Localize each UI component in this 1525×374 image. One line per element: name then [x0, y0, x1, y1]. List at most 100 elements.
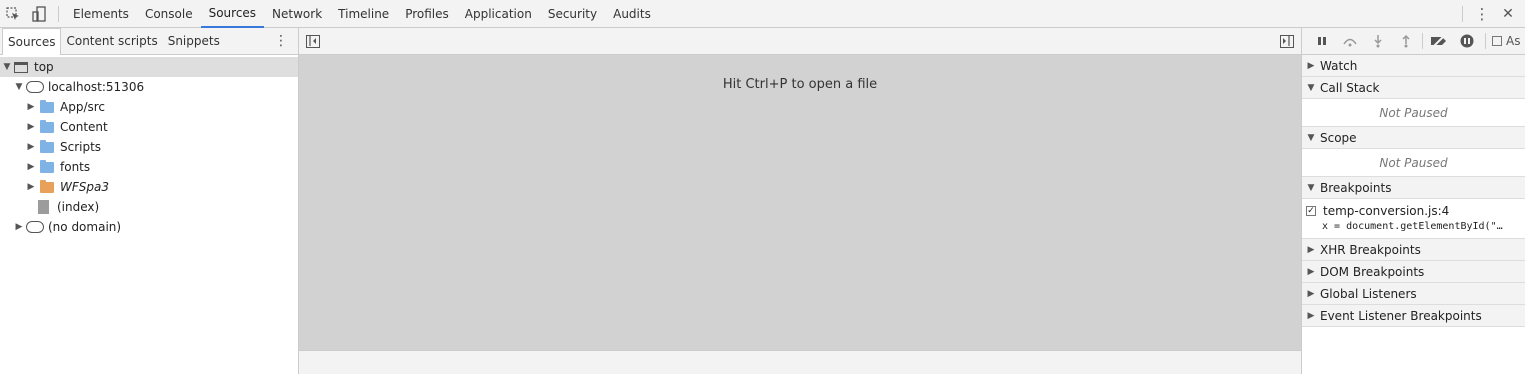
pause-on-exceptions-icon[interactable]	[1453, 28, 1481, 55]
expand-triangle-icon[interactable]: ▼	[1306, 83, 1316, 93]
file-tree: ▼ top ▼ localhost:51306 ▶ App/src ▶ Cont…	[0, 55, 298, 237]
toolbar-divider	[1462, 6, 1463, 22]
subtab-sources[interactable]: Sources	[2, 27, 62, 55]
collapse-triangle-icon[interactable]: ▶	[1306, 289, 1316, 299]
breakpoint-code: x = document.getElementById("…	[1322, 221, 1503, 232]
collapse-triangle-icon[interactable]: ▶	[1306, 311, 1316, 321]
section-title: Watch	[1320, 58, 1358, 73]
scope-status: Not Paused	[1302, 149, 1525, 177]
tree-item-label: top	[34, 60, 54, 74]
collapse-triangle-icon[interactable]: ▶	[1306, 245, 1316, 255]
tree-item-label: (index)	[57, 200, 100, 214]
debugger-sidebar: As ▶ Watch ▼ Call Stack Not Paused ▼ Scope …	[1301, 28, 1525, 374]
frame-icon	[14, 61, 28, 73]
async-checkbox[interactable]	[1492, 36, 1502, 46]
tab-security[interactable]: Security	[540, 0, 605, 28]
section-title: Event Listener Breakpoints	[1320, 308, 1482, 323]
tab-audits[interactable]: Audits	[605, 0, 659, 28]
collapse-triangle-icon[interactable]: ▶	[26, 182, 36, 192]
toggle-debugger-icon[interactable]	[1280, 35, 1294, 48]
section-title: XHR Breakpoints	[1320, 242, 1421, 257]
collapse-triangle-icon[interactable]: ▶	[14, 222, 24, 232]
tree-item-host[interactable]: ▼ localhost:51306	[0, 77, 298, 97]
tab-elements[interactable]: Elements	[65, 0, 137, 28]
subtab-snippets[interactable]: Snippets	[163, 28, 225, 54]
global-listeners-section-header[interactable]: ▶ Global Listeners	[1302, 283, 1525, 305]
tab-application[interactable]: Application	[457, 0, 540, 28]
open-file-hint: Hit Ctrl+P to open a file	[722, 77, 878, 92]
folder-icon	[40, 99, 54, 113]
expand-triangle-icon[interactable]: ▼	[1306, 133, 1316, 143]
xhr-breakpoints-section-header[interactable]: ▶ XHR Breakpoints	[1302, 239, 1525, 261]
editor-toolbar	[299, 28, 1301, 55]
inspect-element-icon[interactable]	[0, 0, 26, 28]
navigator-more-icon[interactable]: ⋮	[274, 33, 288, 49]
step-into-icon[interactable]	[1364, 28, 1392, 55]
call-stack-status: Not Paused	[1302, 99, 1525, 127]
editor-status-bar	[299, 350, 1301, 374]
tree-item-folder[interactable]: ▶ fonts	[0, 157, 298, 177]
collapse-triangle-icon[interactable]: ▶	[1306, 61, 1316, 71]
tree-item-file[interactable]: (index)	[0, 197, 298, 217]
scope-section-header[interactable]: ▼ Scope	[1302, 127, 1525, 149]
expand-triangle-icon[interactable]: ▼	[2, 62, 12, 72]
step-out-icon[interactable]	[1392, 28, 1420, 55]
section-title: DOM Breakpoints	[1320, 264, 1425, 279]
toolbar-divider	[1485, 33, 1486, 49]
subtab-content-scripts[interactable]: Content scripts	[61, 28, 162, 54]
devtools-toolbar: Elements Console Sources Network Timelin…	[0, 0, 1525, 28]
deactivate-breakpoints-icon[interactable]	[1425, 28, 1453, 55]
tree-item-top[interactable]: ▼ top	[0, 57, 298, 77]
tree-item-label: localhost:51306	[48, 80, 145, 94]
async-label: As	[1506, 34, 1521, 48]
pause-icon[interactable]	[1308, 28, 1336, 55]
call-stack-section-header[interactable]: ▼ Call Stack	[1302, 77, 1525, 99]
navigator-panel: Sources Content scripts Snippets ⋮ ▼ top…	[0, 27, 299, 374]
debugger-toolbar: As	[1302, 28, 1525, 55]
toolbar-divider	[1422, 33, 1423, 49]
step-over-icon[interactable]	[1336, 28, 1364, 55]
collapse-triangle-icon[interactable]: ▶	[26, 162, 36, 172]
expand-triangle-icon[interactable]: ▼	[1306, 183, 1316, 193]
tab-console[interactable]: Console	[137, 0, 201, 28]
section-title: Call Stack	[1320, 80, 1380, 95]
more-vertical-icon[interactable]: ⋮	[1469, 0, 1495, 28]
tree-item-label: Scripts	[60, 140, 102, 154]
collapse-triangle-icon[interactable]: ▶	[26, 122, 36, 132]
tree-item-label: (no domain)	[48, 220, 122, 234]
tab-network[interactable]: Network	[264, 0, 330, 28]
tree-item-label: fonts	[60, 160, 91, 174]
breakpoint-location: temp-conversion.js:4	[1323, 204, 1450, 218]
expand-triangle-icon[interactable]: ▼	[14, 82, 24, 92]
tree-item-folder[interactable]: ▶ App/src	[0, 97, 298, 117]
section-title: Scope	[1320, 130, 1357, 145]
tree-item-no-domain[interactable]: ▶ (no domain)	[0, 217, 298, 237]
breakpoint-checkbox[interactable]: ✓	[1306, 206, 1316, 216]
toolbar-divider	[58, 5, 59, 22]
tree-item-label: Content	[60, 120, 108, 134]
folder-icon	[40, 159, 54, 173]
tree-item-folder[interactable]: ▶ WFSpa3	[0, 177, 298, 197]
section-title: Global Listeners	[1320, 286, 1417, 301]
event-listener-breakpoints-section-header[interactable]: ▶ Event Listener Breakpoints	[1302, 305, 1525, 327]
collapse-triangle-icon[interactable]: ▶	[26, 102, 36, 112]
cloud-icon	[26, 221, 44, 233]
close-icon[interactable]: ✕	[1495, 0, 1521, 28]
tab-timeline[interactable]: Timeline	[330, 0, 397, 28]
cloud-icon	[26, 81, 44, 93]
breakpoints-section-header[interactable]: ▼ Breakpoints	[1302, 177, 1525, 199]
editor-area[interactable]: Hit Ctrl+P to open a file	[299, 55, 1301, 350]
watch-section-header[interactable]: ▶ Watch	[1302, 55, 1525, 77]
device-mode-icon[interactable]	[26, 0, 52, 28]
folder-icon	[40, 179, 54, 193]
collapse-triangle-icon[interactable]: ▶	[26, 142, 36, 152]
tree-item-folder[interactable]: ▶ Content	[0, 117, 298, 137]
toggle-navigator-icon[interactable]	[306, 35, 320, 48]
tree-item-folder[interactable]: ▶ Scripts	[0, 137, 298, 157]
breakpoint-entry[interactable]: ✓ temp-conversion.js:4 x = document.getE…	[1302, 199, 1525, 239]
tab-profiles[interactable]: Profiles	[397, 0, 457, 28]
dom-breakpoints-section-header[interactable]: ▶ DOM Breakpoints	[1302, 261, 1525, 283]
tab-sources[interactable]: Sources	[200, 0, 265, 28]
collapse-triangle-icon[interactable]: ▶	[1306, 267, 1316, 277]
folder-icon	[40, 119, 54, 133]
